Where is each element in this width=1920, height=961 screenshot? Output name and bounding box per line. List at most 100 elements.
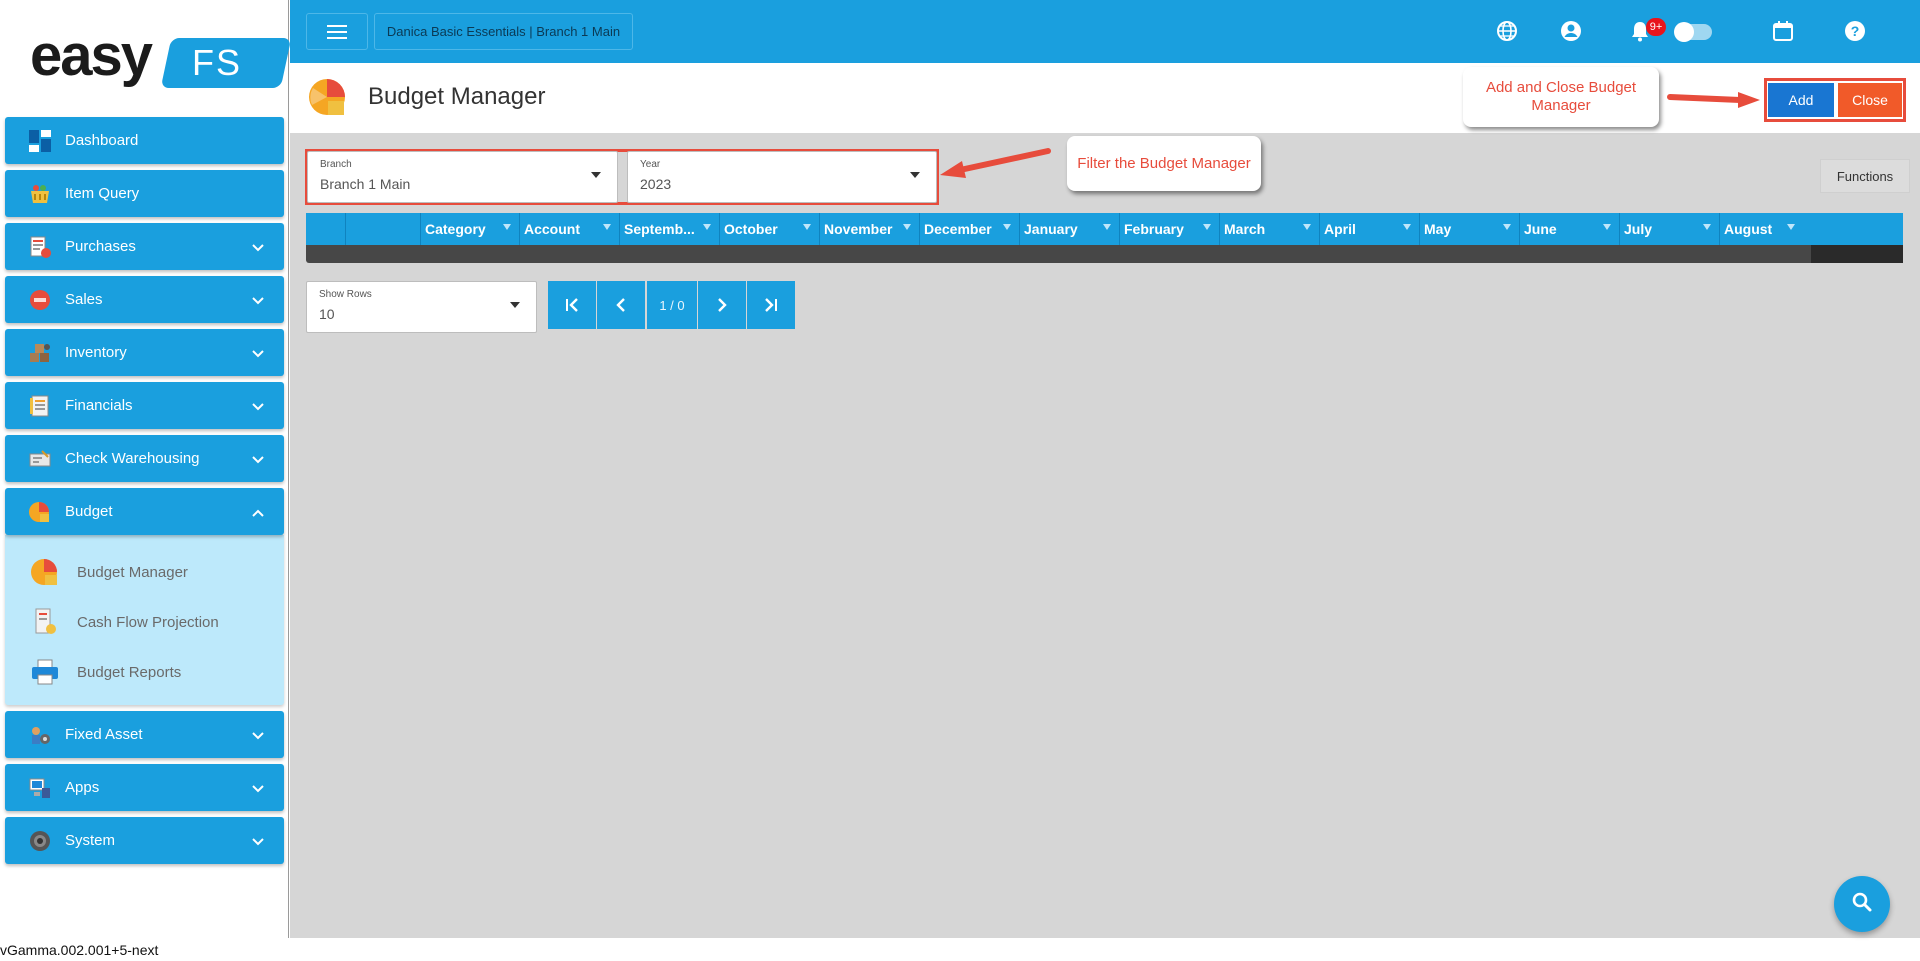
sidebar-item-system[interactable]: System bbox=[5, 817, 284, 864]
grid-column-march[interactable]: March bbox=[1220, 213, 1320, 245]
column-label: January bbox=[1024, 221, 1078, 237]
chevron-down-icon bbox=[252, 239, 264, 255]
theme-toggle[interactable] bbox=[1674, 22, 1712, 42]
app-logo[interactable]: easy FS bbox=[30, 23, 292, 92]
page-title: Budget Manager bbox=[368, 83, 546, 110]
year-select[interactable]: Year 2023 bbox=[627, 151, 937, 203]
scrollbar-thumb[interactable] bbox=[1811, 245, 1903, 263]
sidebar-item-financials[interactable]: Financials bbox=[5, 382, 284, 429]
grid-column-category[interactable]: Category bbox=[421, 213, 520, 245]
filter-icon[interactable] bbox=[1003, 224, 1011, 230]
grid-column-december[interactable]: December bbox=[920, 213, 1020, 245]
sidebar-subitem-budget-manager[interactable]: Budget Manager bbox=[5, 547, 284, 597]
add-close-callout: Add and Close Budget Manager bbox=[1463, 67, 1659, 127]
filter-icon[interactable] bbox=[1103, 224, 1111, 230]
first-page-button[interactable] bbox=[548, 281, 596, 329]
search-fab[interactable] bbox=[1834, 876, 1890, 932]
caret-down-icon bbox=[910, 172, 920, 178]
grid-column-select[interactable] bbox=[306, 213, 346, 245]
filter-icon[interactable] bbox=[1303, 224, 1311, 230]
filter-callout: Filter the Budget Manager bbox=[1067, 136, 1261, 191]
menu-icon[interactable] bbox=[306, 13, 368, 50]
budget-submenu: Budget Manager Cash Flow Projection Budg… bbox=[5, 535, 284, 705]
sidebar-item-apps[interactable]: Apps bbox=[5, 764, 284, 811]
column-label: December bbox=[924, 221, 992, 237]
sidebar-item-check-warehousing[interactable]: Check Warehousing bbox=[5, 435, 284, 482]
grid-column-actions[interactable] bbox=[346, 213, 421, 245]
chevron-down-icon bbox=[252, 398, 264, 414]
filter-icon[interactable] bbox=[703, 224, 711, 230]
sidebar-item-label: Sales bbox=[65, 291, 103, 308]
sidebar: easy FS Dashboard Item Query Purchases S… bbox=[0, 0, 292, 938]
grid-column-november[interactable]: November bbox=[820, 213, 920, 245]
branch-select[interactable]: Branch Branch 1 Main bbox=[307, 151, 618, 203]
grid-column-may[interactable]: May bbox=[1420, 213, 1520, 245]
sidebar-subitem-budget-reports[interactable]: Budget Reports bbox=[5, 647, 284, 697]
caret-down-icon bbox=[510, 302, 520, 308]
sidebar-item-budget[interactable]: Budget bbox=[5, 488, 284, 535]
show-rows-value: 10 bbox=[319, 306, 335, 322]
column-label: February bbox=[1124, 221, 1184, 237]
filter-icon[interactable] bbox=[1503, 224, 1511, 230]
filter-icon[interactable] bbox=[1603, 224, 1611, 230]
grid-horizontal-scrollbar[interactable] bbox=[306, 245, 1903, 263]
sidebar-item-label: Financials bbox=[65, 397, 133, 414]
dashboard-icon bbox=[27, 128, 53, 154]
boxes-icon bbox=[27, 340, 53, 366]
page-header: Budget Manager bbox=[290, 63, 1920, 133]
next-page-button[interactable] bbox=[698, 281, 746, 329]
grid-column-account[interactable]: Account bbox=[520, 213, 620, 245]
filter-icon[interactable] bbox=[803, 224, 811, 230]
filter-icon[interactable] bbox=[603, 224, 611, 230]
sidebar-item-inventory[interactable]: Inventory bbox=[5, 329, 284, 376]
sidebar-subitem-cash-flow-projection[interactable]: Cash Flow Projection bbox=[5, 597, 284, 647]
globe-icon[interactable] bbox=[1494, 18, 1520, 44]
sidebar-item-sales[interactable]: Sales bbox=[5, 276, 284, 323]
logo-badge-text: FS bbox=[192, 42, 243, 83]
grid-column-february[interactable]: February bbox=[1120, 213, 1220, 245]
ledger-icon bbox=[27, 393, 53, 419]
show-rows-label: Show Rows bbox=[319, 289, 372, 300]
previous-page-button[interactable] bbox=[597, 281, 645, 329]
column-label: July bbox=[1624, 221, 1653, 237]
chevron-down-icon bbox=[252, 833, 264, 849]
column-label: June bbox=[1524, 221, 1557, 237]
column-label: November bbox=[824, 221, 893, 237]
grid-column-june[interactable]: June bbox=[1520, 213, 1620, 245]
show-rows-select[interactable]: Show Rows 10 bbox=[306, 281, 537, 333]
add-button[interactable]: Add bbox=[1768, 83, 1834, 117]
sidebar-item-label: Dashboard bbox=[65, 132, 139, 149]
sidebar-item-label: Check Warehousing bbox=[65, 450, 200, 467]
filter-icon[interactable] bbox=[1703, 224, 1711, 230]
grid-column-august[interactable]: August bbox=[1720, 213, 1803, 245]
sidebar-item-item-query[interactable]: Item Query bbox=[5, 170, 284, 217]
grid-column-january[interactable]: January bbox=[1020, 213, 1120, 245]
breadcrumb[interactable]: Danica Basic Essentials | Branch 1 Main bbox=[374, 13, 633, 50]
last-page-button[interactable] bbox=[747, 281, 795, 329]
calendar-icon[interactable] bbox=[1770, 18, 1796, 44]
notification-badge: 9+ bbox=[1646, 18, 1666, 36]
filter-icon[interactable] bbox=[903, 224, 911, 230]
purchases-icon bbox=[27, 234, 53, 260]
grid-header: Category Account Septemb... October Nove… bbox=[306, 213, 1903, 245]
sidebar-nav: Dashboard Item Query Purchases Sales Inv… bbox=[5, 117, 284, 870]
functions-button[interactable]: Functions bbox=[1820, 159, 1910, 193]
grid-column-july[interactable]: July bbox=[1620, 213, 1720, 245]
grid-column-april[interactable]: April bbox=[1320, 213, 1420, 245]
grid-column-september[interactable]: Septemb... bbox=[620, 213, 720, 245]
sidebar-item-fixed-asset[interactable]: Fixed Asset bbox=[5, 711, 284, 758]
budget-manager-icon bbox=[308, 77, 350, 124]
filter-icon[interactable] bbox=[503, 224, 511, 230]
user-icon[interactable] bbox=[1558, 18, 1584, 44]
branch-select-value: Branch 1 Main bbox=[320, 176, 411, 192]
filter-icon[interactable] bbox=[1403, 224, 1411, 230]
page-indicator: 1 / 0 bbox=[647, 281, 697, 329]
grid-column-october[interactable]: October bbox=[720, 213, 820, 245]
sidebar-item-dashboard[interactable]: Dashboard bbox=[5, 117, 284, 164]
filter-icon[interactable] bbox=[1203, 224, 1211, 230]
filter-icon[interactable] bbox=[1787, 224, 1795, 230]
sidebar-item-purchases[interactable]: Purchases bbox=[5, 223, 284, 270]
close-button[interactable]: Close bbox=[1838, 83, 1902, 117]
apps-icon bbox=[27, 775, 53, 801]
help-icon[interactable]: ? bbox=[1842, 18, 1868, 44]
